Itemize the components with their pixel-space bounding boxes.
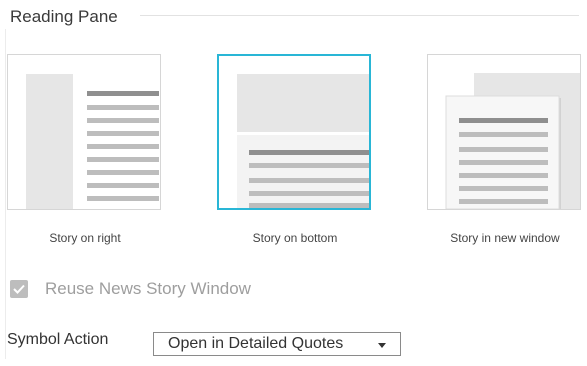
symbol-action-dropdown[interactable]: Open in Detailed Quotes (153, 332, 401, 356)
section-divider (140, 15, 579, 16)
layout-option-story-in-new-window[interactable] (427, 54, 581, 210)
section-frame-edge (5, 29, 6, 359)
layout-option-story-on-bottom[interactable] (217, 54, 371, 210)
symbol-action-label: Symbol Action (7, 331, 109, 348)
story-on-right-thumbnail (26, 74, 160, 209)
section-title: Reading Pane (10, 7, 130, 27)
layout-caption-story-in-new-window: Story in new window (450, 231, 560, 245)
story-on-bottom-thumbnail (237, 74, 369, 208)
caret-down-icon (378, 343, 386, 348)
layout-caption-story-on-bottom: Story on bottom (252, 231, 338, 245)
layout-caption-story-on-right: Story on right (49, 231, 121, 245)
reuse-window-checkbox[interactable] (10, 280, 28, 298)
checkmark-icon (13, 284, 25, 294)
layout-option-story-on-right[interactable] (7, 54, 161, 210)
symbol-action-value: Open in Detailed Quotes (168, 335, 344, 352)
story-in-new-window-thumbnail (445, 73, 580, 210)
reuse-window-label: Reuse News Story Window (45, 279, 251, 298)
reuse-window-option[interactable]: Reuse News Story Window (10, 278, 251, 300)
